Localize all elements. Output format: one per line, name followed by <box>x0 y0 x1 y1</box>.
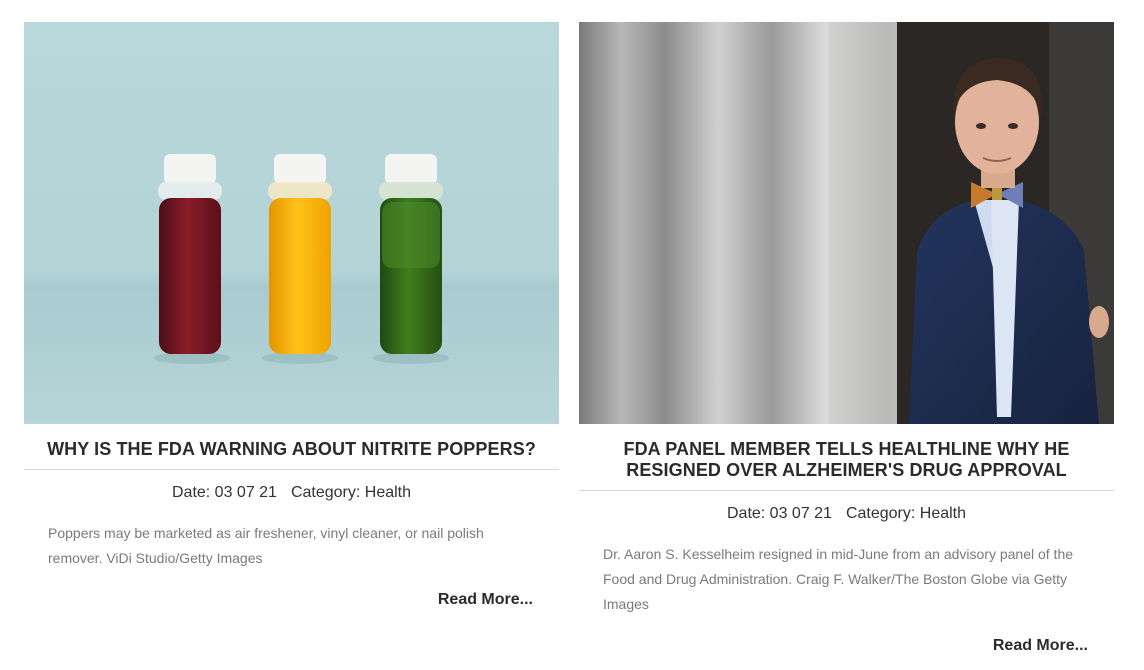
post-category[interactable]: Category: Health <box>291 484 411 501</box>
post-category[interactable]: Category: Health <box>846 505 966 522</box>
post-date: Date: 03 07 21 <box>171 484 277 501</box>
posts-grid: WHY IS THE FDA WARNING ABOUT NITRITE POP… <box>0 0 1144 670</box>
post-card: WHY IS THE FDA WARNING ABOUT NITRITE POP… <box>24 22 559 609</box>
post-title[interactable]: WHY IS THE FDA WARNING ABOUT NITRITE POP… <box>24 439 559 460</box>
juice-bottles-photo <box>24 22 559 424</box>
post-meta: Date: 03 07 21 Category: Health <box>24 484 559 502</box>
man-portrait-photo <box>579 22 1114 424</box>
post-date: Date: 03 07 21 <box>726 505 832 522</box>
post-title[interactable]: FDA PANEL MEMBER TELLS HEALTHLINE WHY HE… <box>579 439 1114 481</box>
title-divider <box>24 469 559 470</box>
post-image[interactable] <box>24 22 559 424</box>
read-more-link[interactable]: Read More... <box>579 637 1114 655</box>
title-divider <box>579 490 1114 491</box>
read-more-link[interactable]: Read More... <box>24 591 559 609</box>
post-excerpt: Poppers may be marketed as air freshener… <box>48 525 484 566</box>
post-image[interactable] <box>579 22 1114 424</box>
post-meta: Date: 03 07 21 Category: Health <box>579 505 1114 523</box>
post-card: FDA PANEL MEMBER TELLS HEALTHLINE WHY HE… <box>579 22 1114 655</box>
post-excerpt: Dr. Aaron S. Kesselheim resigned in mid-… <box>603 546 1074 612</box>
